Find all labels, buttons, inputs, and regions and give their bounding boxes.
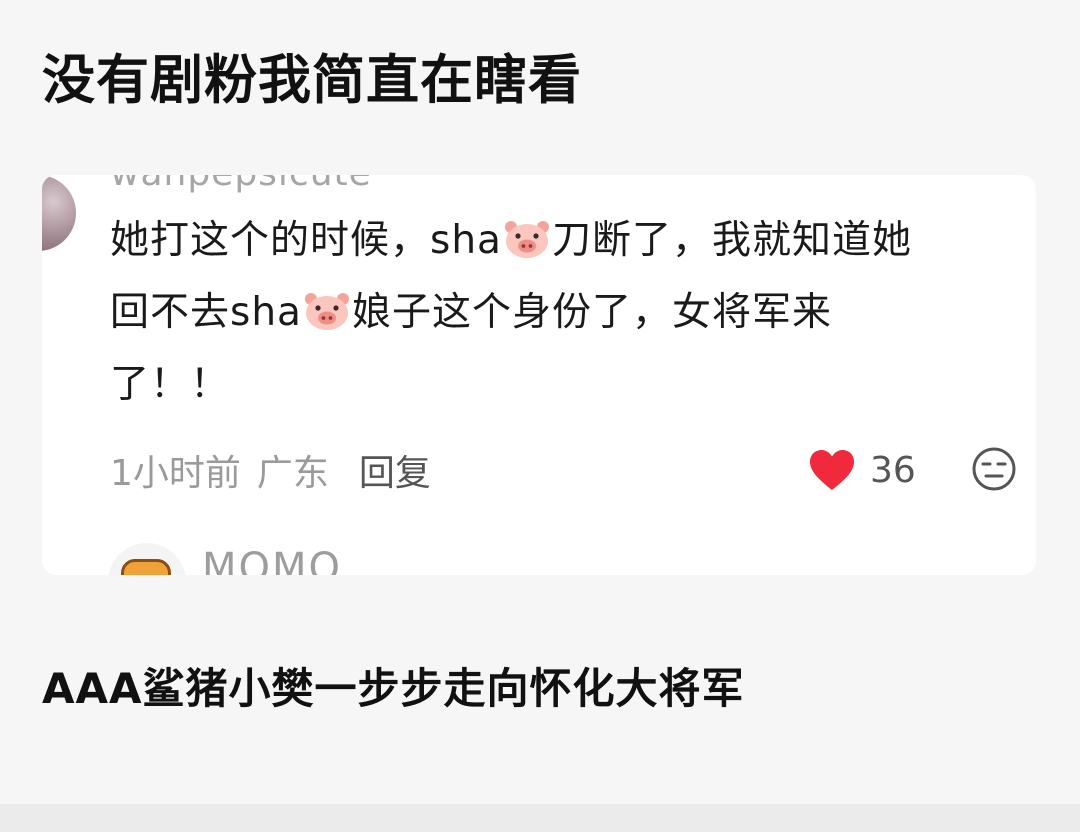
like-button[interactable]: 36 — [808, 445, 916, 495]
next-comment-username[interactable]: MOMO — [202, 545, 342, 575]
reply-button[interactable]: 回复 — [359, 444, 431, 496]
comment-card: wanpepsicute 她打这个的时候，sha刀断了，我就知道她 回不去sha… — [42, 175, 1036, 575]
next-comment-avatar[interactable] — [108, 543, 186, 575]
heart-icon — [810, 450, 854, 490]
pig-face-emoji-icon — [304, 293, 349, 330]
neutral-face-icon — [972, 447, 1016, 491]
user-avatar[interactable] — [42, 175, 76, 251]
comment-location: 广东 — [256, 453, 329, 494]
comment-line-2: 回不去sha 娘子这个身份了，女将军来 — [110, 290, 832, 335]
comment-timestamp: 1小时前 — [110, 453, 241, 494]
react-button[interactable] — [970, 445, 1018, 493]
comment-username[interactable]: wanpepsicute — [110, 175, 372, 194]
bottom-divider — [0, 804, 1080, 832]
dog-avatar-icon — [121, 559, 171, 575]
comment-line-1: 她打这个的时候，sha 刀断了，我就知道她 — [110, 218, 912, 263]
comment-text: 她打这个的时候，sha 刀断了，我就知道她 回不去sha 娘子这个身份了，女将军来 … — [110, 205, 1030, 421]
comment-meta: 1小时前 广东 回复 — [110, 445, 431, 495]
comment-line-3: 了！！ — [110, 362, 231, 407]
post-title: 没有剧粉我简直在瞎看 — [42, 50, 582, 111]
pig-face-emoji-icon — [504, 221, 549, 258]
like-count: 36 — [870, 449, 916, 491]
post-caption: AAA鲨猪小樊一步步走向怀化大将军 — [42, 664, 745, 713]
